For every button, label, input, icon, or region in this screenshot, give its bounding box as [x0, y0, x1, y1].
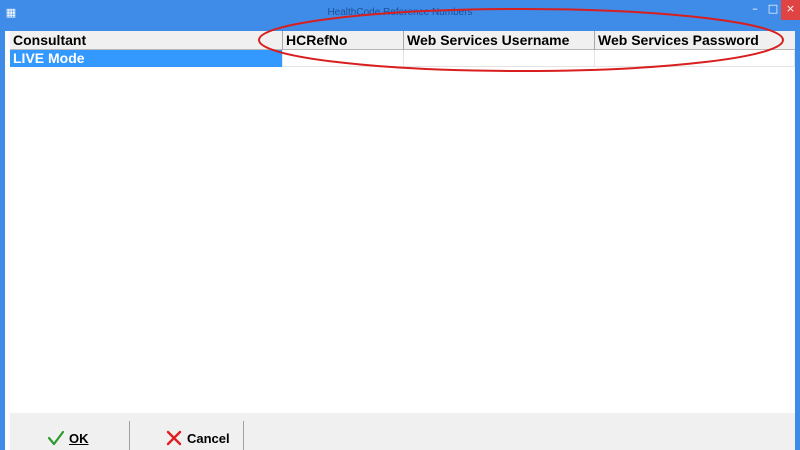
column-header-hcrefno[interactable]: HCRefNo: [283, 31, 404, 50]
close-button[interactable]: ×: [781, 0, 800, 20]
divider: [129, 421, 130, 450]
button-bar: OK Cancel: [10, 413, 795, 450]
x-icon: [166, 430, 182, 446]
ok-button-label: OK: [69, 430, 89, 446]
ws-password-cell[interactable]: [595, 50, 795, 67]
column-header-consultant[interactable]: Consultant: [10, 31, 283, 50]
table-row[interactable]: LIVE Mode: [10, 50, 795, 67]
cancel-button-label: Cancel: [187, 430, 230, 446]
column-header-ws-password[interactable]: Web Services Password: [595, 31, 795, 50]
title-bar[interactable]: ▦ HealthCode Reference Numbers – □ ×: [0, 0, 800, 31]
consultant-cell[interactable]: LIVE Mode: [10, 50, 283, 67]
dialog-window: ▦ HealthCode Reference Numbers – □ × Con…: [0, 0, 800, 450]
grid-header: Consultant HCRefNo Web Services Username…: [10, 31, 795, 50]
hcrefno-cell[interactable]: [283, 50, 404, 67]
column-header-ws-username[interactable]: Web Services Username: [404, 31, 595, 50]
minimize-button[interactable]: –: [745, 0, 765, 20]
ok-button[interactable]: OK: [47, 427, 117, 449]
cancel-button[interactable]: Cancel: [165, 427, 245, 449]
checkmark-icon: [47, 430, 65, 446]
window-title: HealthCode Reference Numbers: [327, 7, 473, 18]
ws-username-cell[interactable]: [404, 50, 595, 67]
maximize-button[interactable]: □: [765, 0, 781, 20]
reference-grid[interactable]: Consultant HCRefNo Web Services Username…: [10, 31, 795, 413]
